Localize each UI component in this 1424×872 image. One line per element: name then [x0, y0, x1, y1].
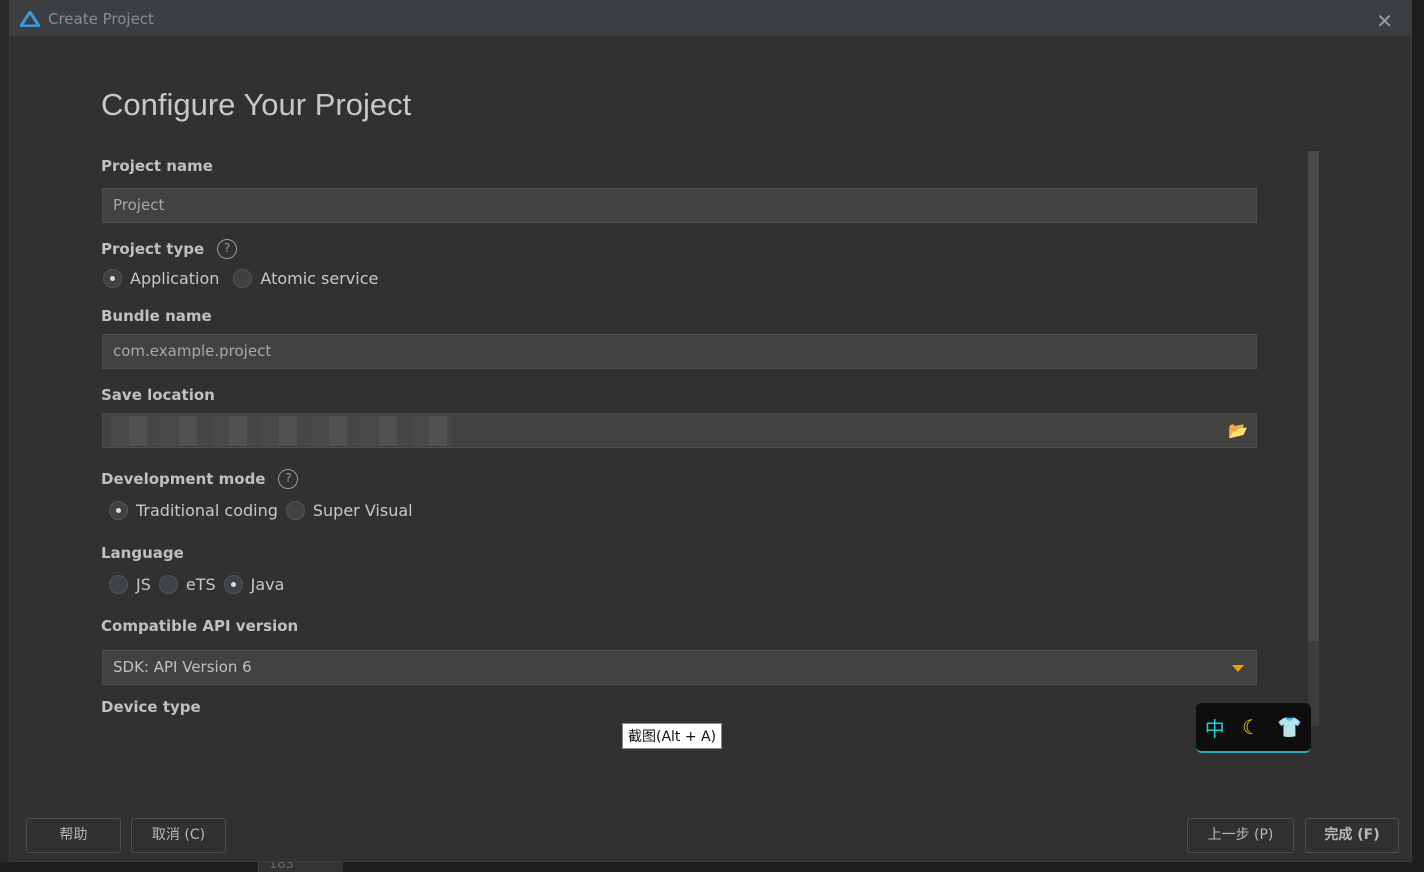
ime-toolbar: 中 ☾ 👕	[1196, 703, 1311, 753]
api-version-select[interactable]: SDK: API Version 6	[102, 650, 1257, 685]
title-bar: Create Project ✕	[10, 1, 1411, 36]
radio-label: eTS	[185, 575, 216, 594]
ime-language-toggle[interactable]: 中	[1205, 713, 1225, 742]
radio-atomic-service[interactable]: Atomic service	[233, 269, 378, 288]
screenshot-tooltip: 截图(Alt + A)	[622, 723, 723, 749]
background-ide	[0, 0, 9, 872]
development-mode-radios: Traditional coding Super Visual	[109, 501, 421, 520]
close-icon[interactable]: ✕	[1376, 9, 1393, 33]
project-type-label: Project type?	[101, 239, 238, 259]
device-type-label: Device type	[101, 698, 201, 716]
radio-label: Super Visual	[312, 501, 413, 520]
radio-label: JS	[136, 575, 151, 594]
project-name-label: Project name	[101, 157, 213, 175]
radio-label: Application	[130, 269, 220, 288]
radio-java[interactable]: Java	[223, 575, 285, 594]
app-logo-icon	[20, 10, 40, 27]
language-radios: JS eTS Java	[109, 575, 292, 594]
api-version-label: Compatible API version	[101, 617, 299, 635]
language-label: Language	[101, 544, 184, 562]
help-icon[interactable]: ?	[217, 239, 238, 259]
radio-label: Atomic service	[260, 269, 379, 288]
project-type-radios: Application Atomic service	[103, 269, 386, 288]
folder-open-icon[interactable]: 📂	[1228, 414, 1248, 447]
radio-circle	[109, 501, 128, 520]
radio-circle	[109, 575, 128, 594]
radio-js[interactable]: JS	[109, 575, 151, 594]
radio-label: Java	[250, 575, 285, 594]
project-name-input[interactable]: Project	[102, 188, 1257, 223]
redacted-path	[111, 416, 451, 446]
cancel-button[interactable]: 取消 (C)	[131, 818, 226, 853]
create-project-dialog: Create Project ✕ Configure Your Project …	[9, 0, 1412, 862]
help-icon[interactable]: ?	[278, 469, 299, 489]
finish-button[interactable]: 完成 (F)	[1305, 818, 1399, 853]
project-type-label-text: Project type	[101, 240, 205, 258]
save-location-input[interactable]: 📂	[102, 413, 1257, 448]
help-button[interactable]: 帮助	[26, 818, 121, 853]
bundle-name-label: Bundle name	[101, 307, 212, 325]
chevron-down-icon	[1232, 665, 1244, 672]
moon-icon[interactable]: ☾	[1242, 715, 1260, 739]
radio-label: Traditional coding	[136, 501, 278, 520]
radio-application[interactable]: Application	[103, 269, 219, 288]
shirt-icon[interactable]: 👕	[1277, 715, 1302, 739]
window-title: Create Project	[48, 9, 154, 28]
scrollbar[interactable]	[1308, 151, 1319, 726]
radio-circle	[223, 575, 243, 594]
radio-circle	[233, 269, 253, 288]
radio-ets[interactable]: eTS	[158, 575, 216, 594]
api-version-value: SDK: API Version 6	[113, 658, 252, 676]
radio-circle	[285, 501, 305, 520]
bundle-name-input[interactable]: com.example.project	[102, 334, 1257, 369]
scrollbar-thumb[interactable]	[1308, 151, 1319, 641]
page-title: Configure Your Project	[101, 87, 412, 122]
radio-traditional-coding[interactable]: Traditional coding	[109, 501, 278, 520]
background-ide-bottom	[0, 862, 1424, 872]
radio-circle	[158, 575, 178, 594]
development-mode-label-text: Development mode	[101, 470, 266, 488]
development-mode-label: Development mode?	[101, 469, 299, 489]
save-location-label: Save location	[101, 386, 215, 404]
radio-circle	[103, 269, 122, 288]
radio-super-visual[interactable]: Super Visual	[285, 501, 413, 520]
previous-button[interactable]: 上一步 (P)	[1187, 818, 1294, 853]
